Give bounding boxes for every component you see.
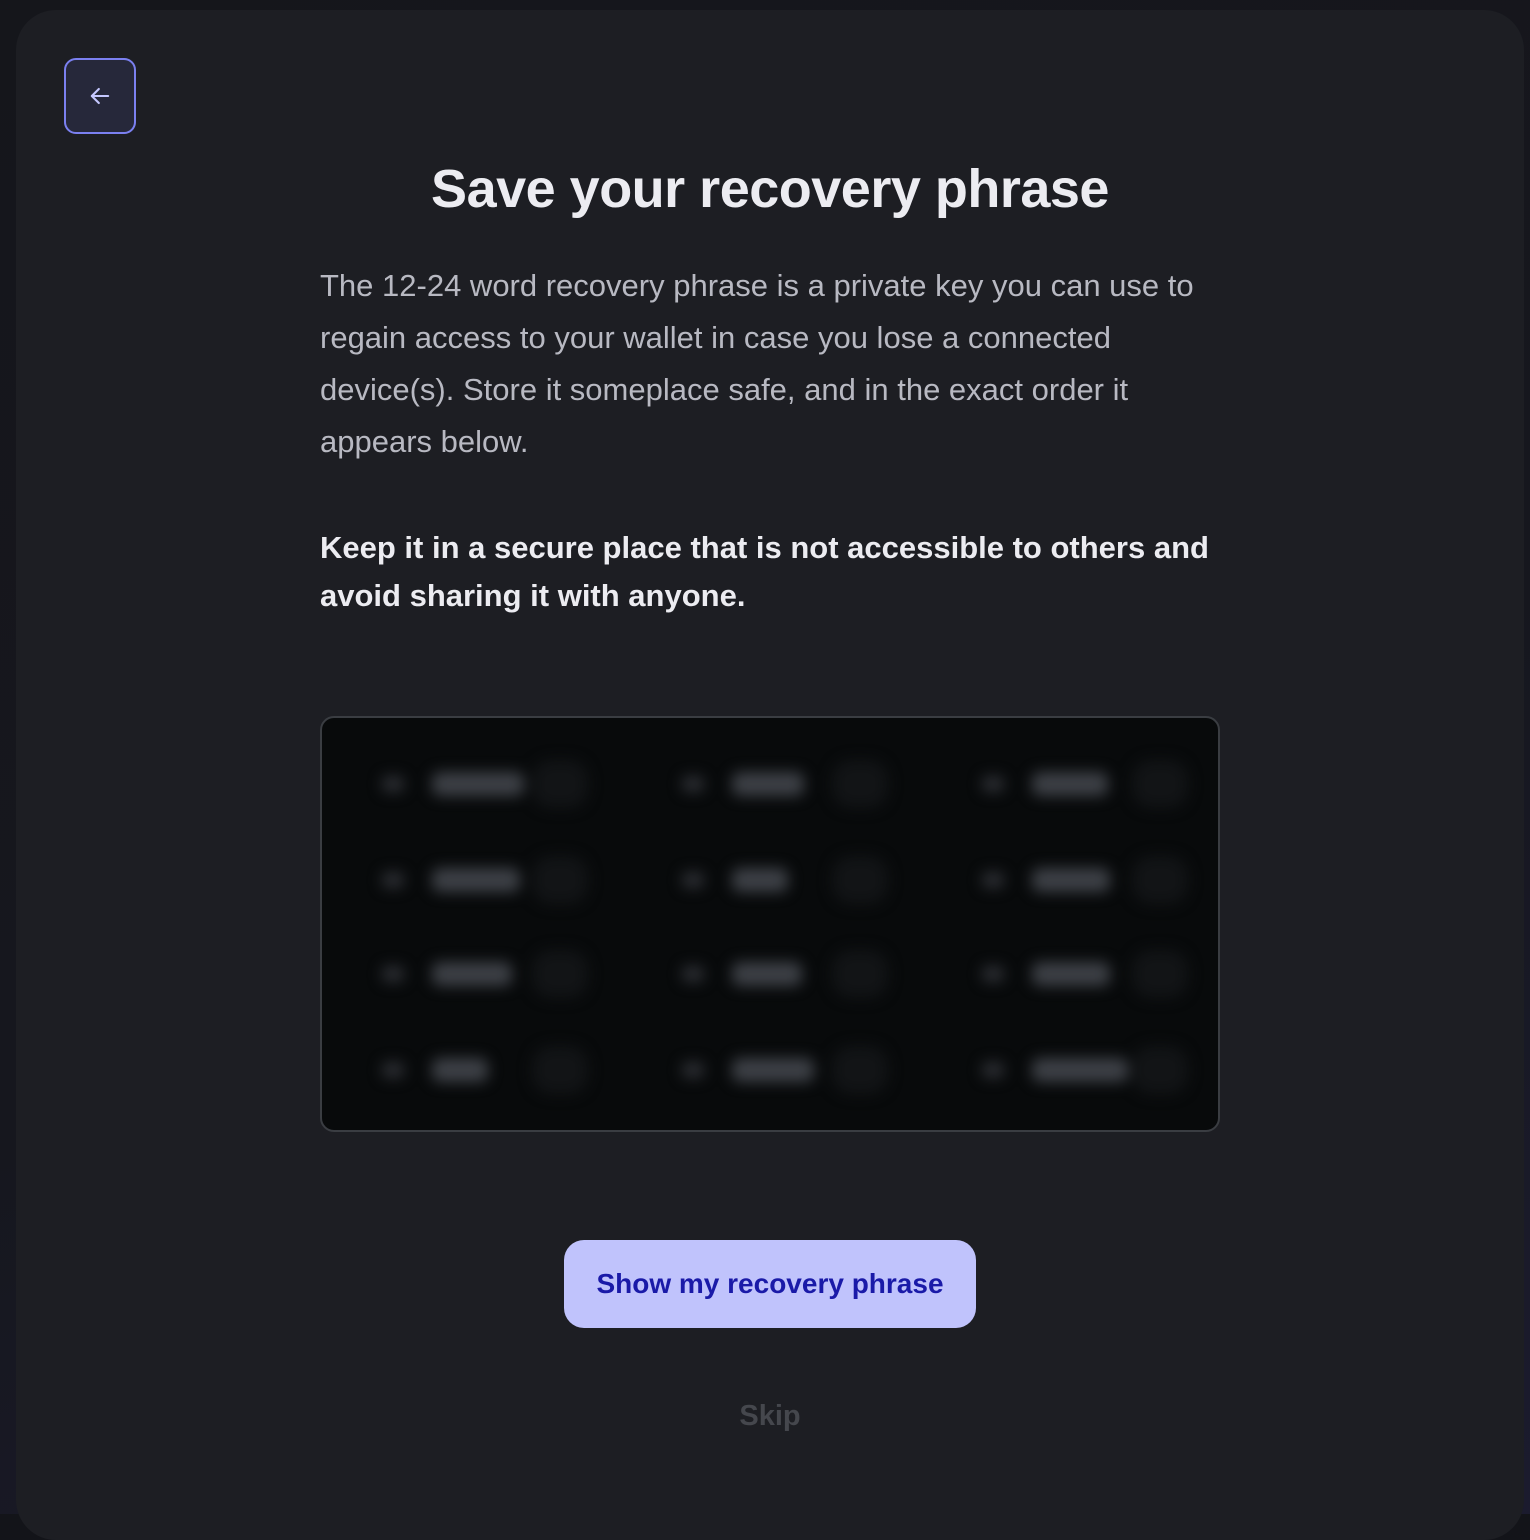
phrase-word-hidden [432,1058,488,1082]
phrase-word-hidden [732,772,804,796]
phrase-word-slot [962,850,1192,910]
phrase-word-index [382,872,404,888]
phrase-word-index [982,872,1004,888]
phrase-word-hidden [732,962,802,986]
phrase-word-slot [362,944,592,1004]
show-recovery-phrase-button[interactable]: Show my recovery phrase [564,1240,976,1328]
phrase-word-shadow [532,760,588,808]
phrase-word-hidden [1032,772,1108,796]
phrase-word-index [982,776,1004,792]
phrase-word-index [682,776,704,792]
phrase-word-index [982,1062,1004,1078]
phrase-word-shadow [1132,760,1188,808]
intro-text: The 12-24 word recovery phrase is a priv… [320,268,1194,459]
onboarding-card: Save your recovery phrase The 12-24 word… [16,10,1524,1540]
phrase-word-hidden [732,1058,814,1082]
phrase-word-hidden [432,772,524,796]
phrase-word-index [682,966,704,982]
back-button[interactable] [64,58,136,134]
phrase-word-slot [662,850,892,910]
phrase-word-slot [962,944,1192,1004]
phrase-word-slot [362,754,592,814]
phrase-word-hidden [432,868,520,892]
phrase-word-slot [662,754,892,814]
phrase-word-slot [362,850,592,910]
phrase-word-shadow [1132,856,1188,904]
phrase-word-hidden [1032,962,1110,986]
phrase-word-shadow [532,950,588,998]
phrase-word-shadow [532,856,588,904]
phrase-word-slot [962,754,1192,814]
phrase-word-index [382,776,404,792]
security-warning: Keep it in a secure place that is not ac… [320,530,1209,613]
phrase-word-index [682,872,704,888]
phrase-word-index [382,1062,404,1078]
phrase-word-shadow [832,856,888,904]
phrase-word-slot [662,944,892,1004]
phrase-word-slot [962,1040,1192,1100]
phrase-word-index [982,966,1004,982]
recovery-phrase-box [320,716,1220,1132]
phrase-word-hidden [1032,868,1110,892]
phrase-word-shadow [532,1046,588,1094]
arrow-left-icon [90,87,110,105]
skip-link[interactable]: Skip [670,1400,870,1433]
phrase-word-hidden [1032,1058,1128,1082]
phrase-word-index [682,1062,704,1078]
phrase-word-hidden [732,868,788,892]
phrase-word-shadow [832,760,888,808]
phrase-word-shadow [1132,950,1188,998]
blurred-phrase-grid [322,718,1218,1130]
phrase-word-shadow [832,950,888,998]
phrase-word-hidden [432,962,512,986]
phrase-word-shadow [832,1046,888,1094]
phrase-word-slot [662,1040,892,1100]
phrase-word-slot [362,1040,592,1100]
page-title: Save your recovery phrase [431,159,1109,219]
phrase-word-shadow [1132,1046,1188,1094]
phrase-word-index [382,966,404,982]
